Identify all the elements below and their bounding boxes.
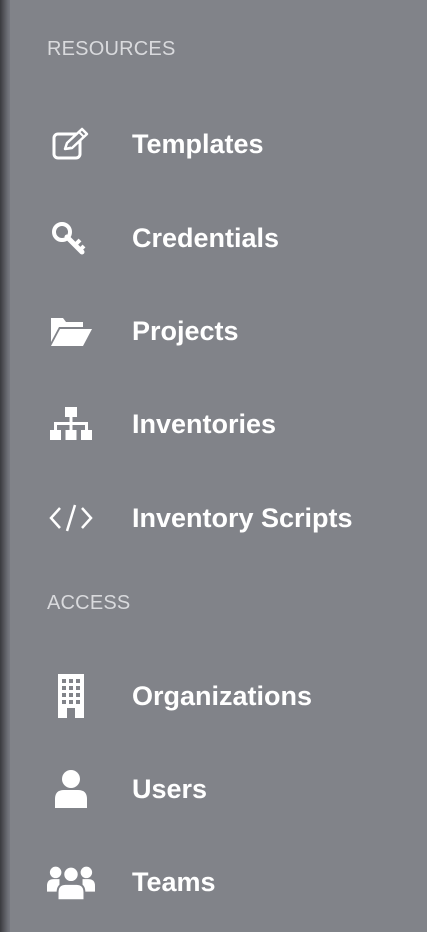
code-icon [47, 496, 95, 540]
key-icon [47, 216, 95, 260]
sidebar-item-inventories[interactable]: Inventories [10, 392, 427, 456]
sidebar-item-label: Organizations [132, 681, 313, 711]
sidebar-item-label: Teams [132, 867, 216, 897]
sidebar-item-label: Projects [132, 316, 239, 346]
sidebar-item-label: Inventories [132, 409, 277, 439]
resources-section-header: RESOURCES [47, 38, 176, 60]
sidebar-item-users[interactable]: Users [10, 757, 427, 821]
sidebar-item-label: Inventory Scripts [132, 503, 353, 533]
sidebar-item-templates[interactable]: Templates [10, 112, 427, 176]
sidebar-item-label: Templates [132, 129, 264, 159]
folder-open-icon [47, 309, 95, 353]
sitemap-icon [47, 402, 95, 446]
access-section-header: ACCESS [47, 592, 131, 614]
edit-icon [47, 122, 95, 166]
sidebar-item-projects[interactable]: Projects [10, 299, 427, 363]
sidebar-item-label: Credentials [132, 223, 280, 253]
sidebar-item-credentials[interactable]: Credentials [10, 206, 427, 270]
sidebar-item-inventory-scripts[interactable]: Inventory Scripts [10, 486, 427, 550]
user-icon [47, 767, 95, 811]
users-icon [47, 860, 95, 904]
sidebar: RESOURCES Templates Credentials Projects… [10, 0, 427, 932]
sidebar-item-organizations[interactable]: Organizations [10, 664, 427, 728]
sidebar-item-label: Users [132, 774, 208, 804]
sidebar-item-teams[interactable]: Teams [10, 850, 427, 914]
building-icon [47, 674, 95, 718]
